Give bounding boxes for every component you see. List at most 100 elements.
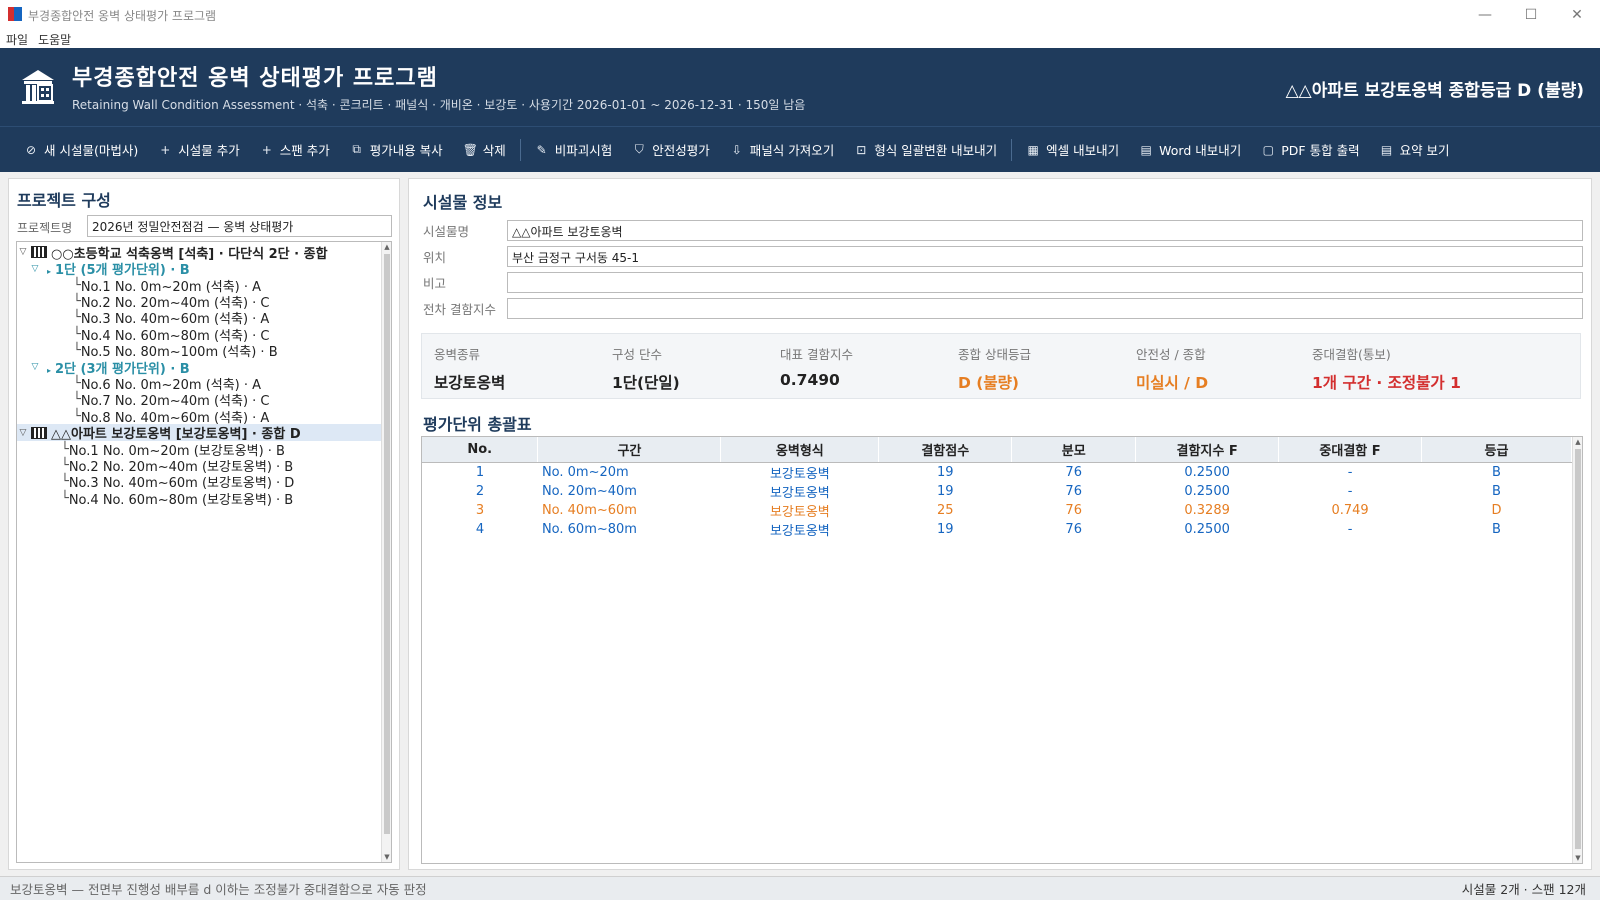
summary-overall-grade: 종합 상태등급 D (불량) [958,344,1031,393]
tree-scrollbar[interactable]: ▲ ▼ [381,242,391,862]
remarks-input[interactable] [507,271,1583,293]
tree-branch-icon: └ [73,277,81,293]
tree-facility-node[interactable]: ▽ △△아파트 보강토옹벽 [보강토옹벽] · 종합 D [17,424,383,442]
column-header[interactable]: 결함점수 [878,437,1013,463]
new-facility-button[interactable]: ⊘ 새 시설물(마법사) [14,134,148,166]
table-cell: No. 60m~80m [541,521,637,537]
tree-leaf-node[interactable]: └ No.8 No. 40m~60m (석축) · A [73,408,269,426]
app-header: 부경종합안전 옹벽 상태평가 프로그램 Retaining Wall Condi… [0,48,1600,126]
column-header[interactable]: 구간 [537,437,722,463]
table-cell: 0.3289 [1184,502,1230,518]
table-row[interactable]: 2 No. 20m~40m 보강토옹벽 19 76 0.2500 - B [422,482,1572,501]
facility-name-input[interactable]: △△아파트 보강토옹벽 [507,219,1583,241]
summary-label: 구성 단수 [612,347,662,362]
column-header[interactable]: 결함지수 F [1135,437,1280,463]
table-scrollbar[interactable]: ▲ ▼ [1572,437,1582,863]
batch-export-button[interactable]: ⊡ 형식 일괄변환 내보내기 [844,134,1007,166]
summary-defect-index: 대표 결함지수 0.7490 [780,344,853,389]
scroll-down-icon[interactable]: ▼ [382,852,391,862]
panel-import-button[interactable]: ⇩ 패널식 가져오기 [720,134,844,166]
table-row[interactable]: 3 No. 40m~60m 보강토옹벽 25 76 0.3289 0.749 D [422,501,1572,520]
pdf-export-button[interactable]: ▢ PDF 통합 출력 [1251,134,1369,166]
copy-eval-icon: ⧉ [352,142,361,156]
scroll-thumb[interactable] [384,254,390,834]
summary-stages: 구성 단수 1단(단일) [612,344,680,393]
tree-leaf-node[interactable]: └ No.4 No. 60m~80m (석축) · C [73,326,270,344]
table-cell: 19 [937,464,954,480]
project-tree[interactable]: ▽ ○○초등학교 석축옹벽 [석축] · 다단식 2단 · 종합 ▽ ▸ 1단 (5개 … [16,241,392,863]
tree-leaf-node[interactable]: └ No.2 No. 20m~40m (석축) · C [73,293,270,311]
safety-eval-button[interactable]: ⛉ 안전성평가 [622,134,720,166]
delete-button[interactable]: 🗑 삭제 [453,134,516,166]
tree-leaf-node[interactable]: └ No.1 No. 0m~20m (보강토옹벽) · B [61,441,285,459]
tree-leaf-node[interactable]: └ No.3 No. 40m~60m (석축) · A [73,310,269,327]
tree-branch-icon: └ [73,326,81,342]
table-row[interactable]: 4 No. 60m~80m 보강토옹벽 19 76 0.2500 - B [422,520,1572,539]
maximize-button[interactable]: ☐ [1508,0,1554,30]
subtitle-separator: · [298,98,307,112]
app-icon [8,7,22,23]
tree-leaf-node[interactable]: └ No.7 No. 20m~40m (석축) · C [73,392,270,409]
subtitle-types: 석축 · 콘크리트 · 패널식 · 개비온 · 보강토 [306,98,518,112]
expand-toggle-icon[interactable]: ▽ [29,264,41,274]
copy-eval-button[interactable]: ⧉ 평가내용 복사 [340,134,453,166]
window-controls: — ☐ ✕ [1462,0,1600,30]
add-facility-button[interactable]: + 시설물 추가 [148,134,249,166]
scroll-thumb[interactable] [1575,449,1581,849]
subtitle-days-left: 150일 남음 [745,98,806,112]
scroll-up-icon[interactable]: ▲ [1573,437,1582,447]
summary-value: 0.7490 [780,371,840,389]
column-header[interactable]: 중대결함 F [1278,437,1423,463]
tree-branch-icon: └ [61,457,69,473]
tree-leaf-node[interactable]: └ No.5 No. 80m~100m (석축) · B [73,342,278,360]
facility-name-label: 시설물명 [423,223,470,239]
tree-leaf-node[interactable]: └ No.2 No. 20m~40m (보강토옹벽) · B [61,457,293,475]
tree-facility-node[interactable]: ▽ ○○초등학교 석축옹벽 [석축] · 다단식 2단 · 종합 [17,244,328,262]
column-header[interactable]: 분모 [1011,437,1137,463]
toolbar-button-label: 평가내용 복사 [369,143,443,158]
column-header[interactable]: 옹벽형식 [720,437,880,463]
tree-leaf-node[interactable]: └ No.1 No. 0m~20m (석축) · A [73,277,261,295]
facility-icon [31,426,47,439]
expand-toggle-icon[interactable]: ▽ [29,362,41,372]
table-cell: B [1492,521,1501,537]
excel-export-button[interactable]: ▦ 엑셀 내보내기 [1016,134,1129,166]
close-button[interactable]: ✕ [1554,0,1600,30]
tree-leaf-node[interactable]: └ No.3 No. 40m~60m (보강토옹벽) · D [61,474,294,491]
summary-label: 안전성 / 종합 [1136,347,1206,362]
column-header[interactable]: 등급 [1421,437,1572,463]
project-name-input[interactable]: 2026년 정밀안전점검 — 옹벽 상태평가 [87,215,392,237]
pdf-export-icon: ▢ [1262,142,1274,157]
tree-step-node[interactable]: ▽ ▸ 1단 (5개 평가단위) · B [29,260,190,278]
tree-leaf-node[interactable]: └ No.6 No. 0m~20m (석축) · A [73,375,261,393]
table-cell: 0.749 [1331,502,1369,518]
column-header[interactable]: No. [422,437,539,463]
scroll-down-icon[interactable]: ▼ [1573,853,1582,863]
table-cell: 보강토옹벽 [769,523,830,539]
facility-panel: 시설물 정보 시설물명 △△아파트 보강토옹벽 위치 부산 금정구 구서동 45… [408,178,1592,870]
menu-file[interactable]: 파일 [6,31,28,48]
ndt-button[interactable]: ✎ 비파괴시험 [525,134,623,166]
scroll-up-icon[interactable]: ▲ [382,242,391,252]
summary-view-button[interactable]: ▤ 요약 보기 [1370,134,1460,166]
add-span-button[interactable]: + 스팬 추가 [250,134,340,166]
prev-defect-index-input[interactable] [507,297,1583,319]
word-export-button[interactable]: ▤ Word 내보내기 [1129,134,1251,166]
toolbar-button-label: PDF 통합 출력 [1281,143,1360,158]
table-body: 1 No. 0m~20m 보강토옹벽 19 76 0.2500 - B 2 No. 20m~40m… [422,462,1572,539]
toolbar-button-label: 형식 일괄변환 내보내기 [874,143,998,158]
table-row[interactable]: 1 No. 0m~20m 보강토옹벽 19 76 0.2500 - B [422,462,1572,482]
tree-leaf-node[interactable]: └ No.4 No. 60m~80m (보강토옹벽) · B [61,490,293,508]
location-input[interactable]: 부산 금정구 구서동 45-1 [507,245,1583,267]
expand-toggle-icon[interactable]: ▽ [17,247,29,257]
title-bar: 부경종합안전 옹벽 상태평가 프로그램 — ☐ ✕ [0,0,1600,30]
summary-label: 대표 결함지수 [780,347,853,362]
tree-step-node[interactable]: ▽ ▸ 2단 (3개 평가단위) · B [29,359,190,377]
menu-help[interactable]: 도움말 [38,31,71,48]
toolbar-button-label: Word 내보내기 [1159,143,1242,158]
minimize-button[interactable]: — [1462,0,1508,30]
expand-toggle-icon[interactable]: ▽ [17,428,29,438]
table-cell: 76 [1065,521,1082,537]
toolbar-button-label: 비파괴시험 [554,143,613,158]
summary-wall-type: 옹벽종류 보강토옹벽 [434,344,505,393]
